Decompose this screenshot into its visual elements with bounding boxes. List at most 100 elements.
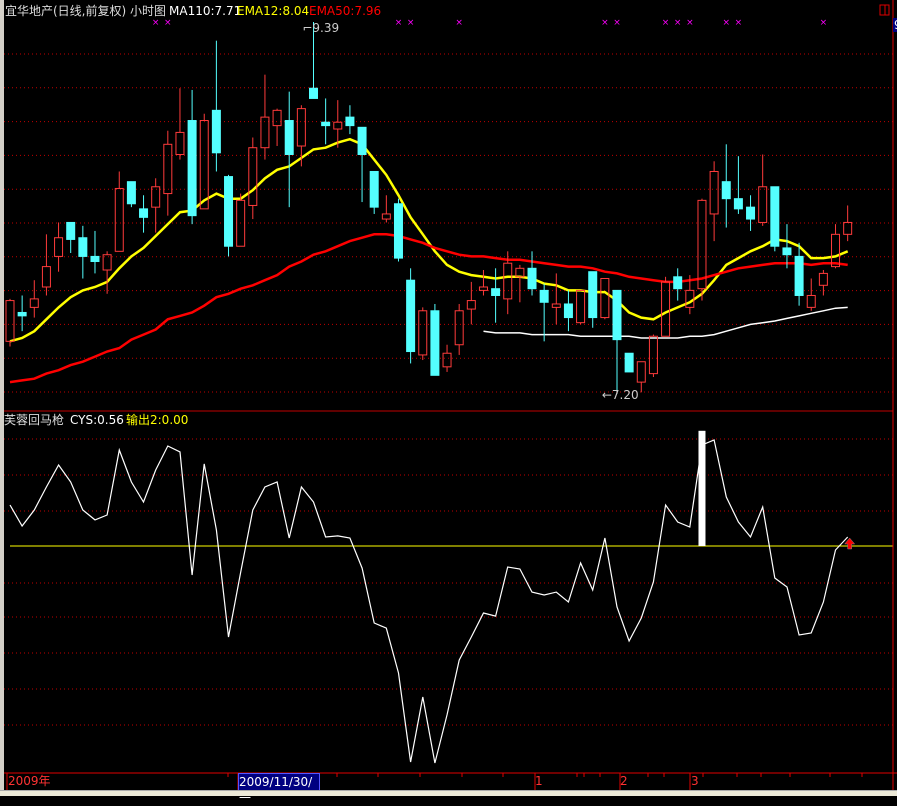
candle-down [357, 126, 367, 203]
candle-down [491, 268, 501, 323]
signal-marker-icon: × [455, 18, 463, 28]
candle-body [661, 281, 671, 337]
candle-down [66, 221, 76, 254]
candle-down [624, 352, 634, 373]
candle-body [78, 237, 88, 257]
candle-down [721, 144, 731, 228]
candle-body [151, 186, 161, 208]
candle-up [114, 171, 124, 252]
left-frame [0, 0, 4, 795]
candle-down [17, 295, 27, 332]
candle-body [17, 311, 27, 317]
candle-down [369, 170, 379, 214]
candle-body [66, 221, 76, 240]
signal-marker-icon: × [722, 18, 730, 28]
candle-up [102, 251, 112, 294]
candle-body [806, 294, 816, 308]
candle-up [248, 137, 258, 220]
candle-body [478, 286, 488, 291]
ema12-label: EMA12:8.04 [237, 4, 310, 18]
candle-body [794, 255, 804, 296]
candle-body [818, 272, 828, 286]
month-label: 1 [535, 774, 543, 788]
candle-body [563, 303, 573, 319]
up-arrow-icon [844, 537, 856, 550]
candle-up [175, 88, 185, 160]
ema50-label: EMA50:7.96 [309, 4, 382, 18]
candle-up [551, 273, 561, 325]
candle-body [758, 186, 768, 223]
candle-body [393, 203, 403, 259]
candle-down [284, 91, 294, 208]
candle-body [843, 221, 853, 235]
signal-marker-icon: × [395, 18, 403, 28]
candle-up [199, 113, 209, 210]
candle-down [673, 268, 683, 301]
signal-marker-icon: × [407, 18, 415, 28]
candle-body [624, 352, 634, 373]
candle-up [418, 307, 428, 361]
candle-up [758, 154, 768, 226]
candle-body [272, 109, 282, 127]
candle-up [41, 234, 51, 296]
ma110-label: MA110:7.71 [169, 4, 242, 18]
candle-up [272, 108, 282, 147]
high-price-label: ⌐9.39 [302, 21, 340, 35]
candle-body [321, 121, 331, 127]
candle-body [551, 303, 561, 308]
candle-up [454, 303, 464, 355]
candle-up [466, 281, 476, 325]
candle-body [284, 120, 294, 155]
year-label: 2009年 [8, 774, 51, 788]
candle-body [746, 206, 756, 220]
signal-markers: × × × × × × × × × × × × × [152, 18, 827, 28]
candle-down [211, 40, 221, 172]
candle-down [406, 268, 416, 364]
candle-body [381, 213, 391, 220]
candle-down [224, 174, 234, 257]
price-axis-label: 9 [893, 18, 897, 32]
candle-down [345, 105, 355, 135]
candle-down [527, 251, 537, 296]
signal-marker-icon: × [662, 18, 670, 28]
candle-body [29, 298, 39, 308]
candle-up [29, 280, 39, 318]
candle-body [114, 187, 124, 252]
candle-body [418, 310, 428, 356]
candle-down [782, 224, 792, 269]
candle-up [478, 270, 488, 296]
candle-body [163, 143, 173, 195]
indicator-name: 芙蓉回马枪 [4, 413, 65, 427]
candle-up [709, 161, 719, 242]
candle-up [697, 198, 707, 301]
candle-up [648, 334, 658, 378]
candle-up [661, 276, 671, 337]
cursor-date: 2009/11/30/一 [238, 773, 320, 805]
candle-body [600, 277, 610, 319]
candle-body [770, 186, 780, 247]
cys-value: CYS:0.56 [70, 413, 124, 427]
candle-body [175, 131, 185, 155]
candle-body [430, 310, 440, 376]
stock-chart[interactable]: × × × × × × × × × × × × × [0, 0, 897, 795]
signal-marker-icon: × [164, 18, 172, 28]
candle-body [406, 279, 416, 353]
signal-marker-icon: × [686, 18, 694, 28]
cys-oscillator [9, 430, 893, 764]
chart-title: 宜华地产(日线,前复权) 小时图 [5, 4, 166, 18]
candle-body [41, 266, 51, 288]
moving-averages [9, 137, 849, 384]
status-bar [0, 790, 897, 796]
time-axis-ticks [6, 773, 863, 790]
candle-body [831, 233, 841, 268]
candle-body [187, 120, 197, 217]
candle-down [187, 89, 197, 225]
candle-down [393, 198, 403, 262]
signal-marker-icon: × [674, 18, 682, 28]
candle-body [224, 176, 234, 247]
candle-down [90, 230, 100, 274]
candle-down [770, 186, 780, 252]
low-price-label: ←7.20 [601, 388, 639, 402]
candle-body [782, 247, 792, 256]
signal-marker-icon: × [601, 18, 609, 28]
